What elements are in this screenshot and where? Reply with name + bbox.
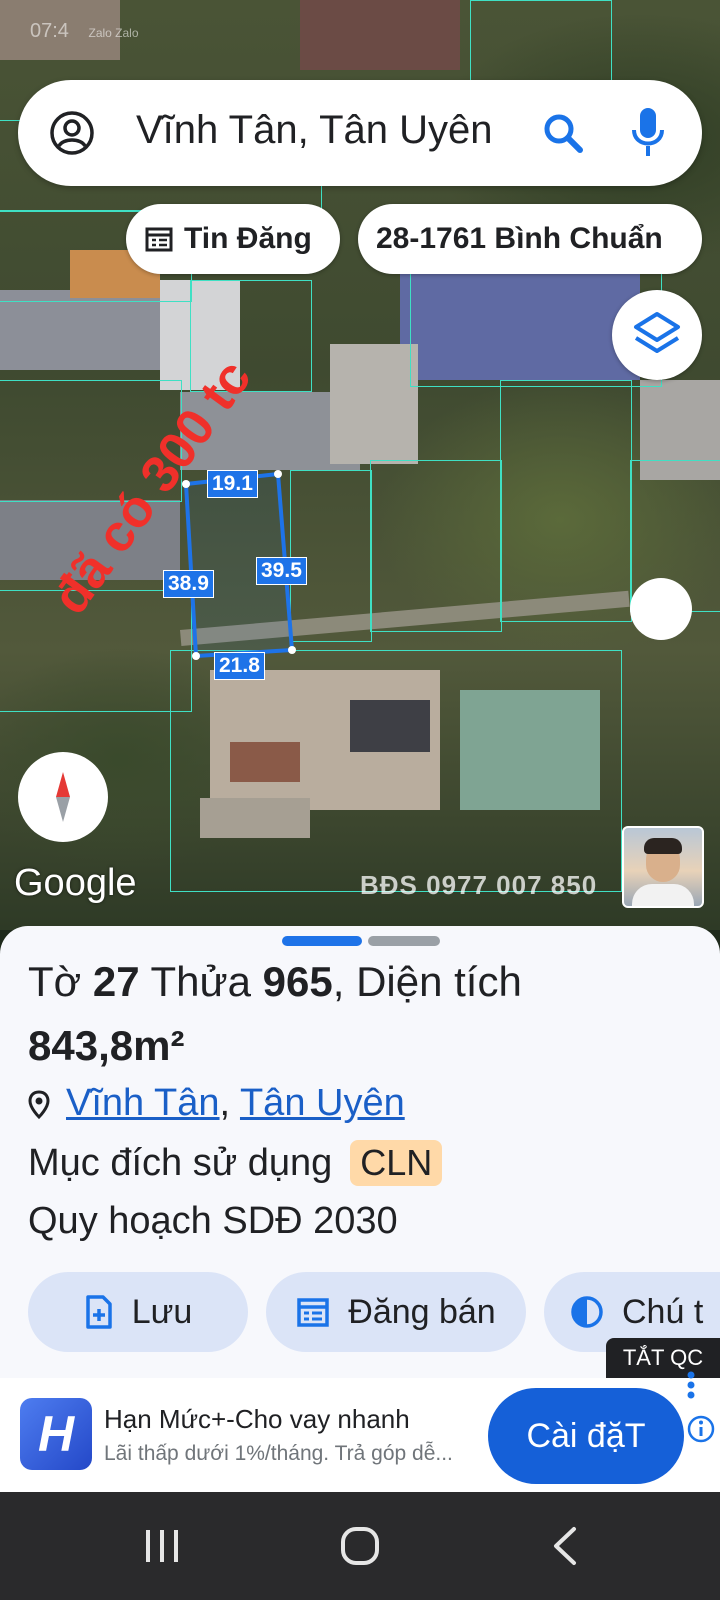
sheet-number: 27 xyxy=(92,958,140,1005)
ad-banner[interactable]: H Hạn Mức+-Cho vay nhanh Lãi thấp dưới 1… xyxy=(0,1371,720,1492)
hide-ad-button[interactable]: TẮT QC xyxy=(606,1338,720,1378)
purpose-badge: CLN xyxy=(350,1140,443,1186)
location-link-district[interactable]: Tân Uyên xyxy=(240,1082,405,1124)
title-prefix: Tờ xyxy=(28,958,93,1005)
land-use-purpose: Mục đích sử dụng CLN xyxy=(28,1140,443,1186)
parcel-area: 843,8m² xyxy=(28,1022,185,1069)
title-mid: Thửa xyxy=(139,958,263,1005)
search-query[interactable]: Vĩnh Tân, Tân Uyên xyxy=(136,108,493,153)
watermark: BĐS 0977 007 850 xyxy=(360,870,598,900)
location-pin-icon xyxy=(28,1090,50,1120)
status-apps: Zalo Zalo xyxy=(88,26,139,40)
compass-icon xyxy=(56,772,70,822)
account-icon[interactable] xyxy=(48,109,96,157)
contrast-icon xyxy=(571,1296,603,1328)
dimension-top: 19.1 xyxy=(207,470,258,498)
my-location-button[interactable] xyxy=(630,578,692,640)
agent-hair xyxy=(644,838,682,854)
ad-info-icon[interactable] xyxy=(686,1414,716,1444)
post-sale-button-label: Đăng bán xyxy=(348,1292,496,1331)
ad-install-button[interactable]: Cài đặT xyxy=(488,1388,684,1484)
location-link-commune[interactable]: Vĩnh Tân xyxy=(66,1082,220,1124)
calendar-list-icon xyxy=(297,1298,330,1327)
ad-options-icon[interactable] xyxy=(686,1370,696,1400)
location-separator: , xyxy=(219,1082,240,1124)
ad-headline: Hạn Mức+-Cho vay nhanh xyxy=(104,1404,410,1434)
agent-chip[interactable]: 28-1761 Bình Chuẩn xyxy=(358,204,702,274)
google-logo: Google xyxy=(14,862,137,904)
status-bar: 07:4 Zalo Zalo xyxy=(30,20,139,43)
listing-chip[interactable]: Tin Đăng xyxy=(126,204,340,274)
title-suffix: , Diện tích xyxy=(332,958,522,1005)
layers-icon xyxy=(634,312,680,353)
agent-shirt xyxy=(632,884,694,906)
planning-label: Quy hoạch SDĐ 2030 xyxy=(28,1200,398,1242)
recent-apps-icon[interactable] xyxy=(142,1526,182,1566)
listing-chip-label: Tin Đăng xyxy=(184,222,312,255)
home-icon[interactable] xyxy=(340,1526,380,1566)
sheet-page-indicator-active[interactable] xyxy=(282,936,362,946)
ad-subtext: Lãi thấp dưới 1%/tháng. Trả góp dễ... xyxy=(104,1442,453,1465)
dimension-left: 38.9 xyxy=(163,570,214,598)
search-icon[interactable] xyxy=(540,110,586,156)
save-button[interactable]: Lưu xyxy=(28,1272,248,1352)
compass-button[interactable] xyxy=(18,752,108,842)
parcel-number: 965 xyxy=(262,958,333,1005)
back-icon[interactable] xyxy=(546,1526,586,1566)
search-bar[interactable]: Vĩnh Tân, Tân Uyên xyxy=(18,80,702,186)
parcel-location: Vĩnh Tân, Tân Uyên xyxy=(28,1082,405,1125)
mic-icon[interactable] xyxy=(630,104,666,160)
add-file-icon xyxy=(85,1295,112,1329)
save-button-label: Lưu xyxy=(131,1292,193,1331)
sheet-page-indicator[interactable] xyxy=(368,936,440,946)
agent-chip-label: 28-1761 Bình Chuẩn xyxy=(376,222,663,255)
layers-button[interactable] xyxy=(612,290,702,380)
parcel-title: Tờ 27 Thửa 965, Diện tích 843,8m² xyxy=(28,950,698,1078)
dimension-bottom: 21.8 xyxy=(214,652,265,680)
purpose-label: Mục đích sử dụng xyxy=(28,1142,333,1184)
status-time: 07:4 xyxy=(30,20,69,42)
post-sale-button[interactable]: Đăng bán xyxy=(266,1272,526,1352)
agent-photo[interactable] xyxy=(622,826,704,908)
system-nav-bar xyxy=(0,1492,720,1600)
ad-logo: H xyxy=(20,1398,92,1470)
calendar-list-icon xyxy=(145,227,173,252)
note-button-label: Chú t xyxy=(622,1292,704,1331)
dimension-right: 39.5 xyxy=(256,557,307,585)
